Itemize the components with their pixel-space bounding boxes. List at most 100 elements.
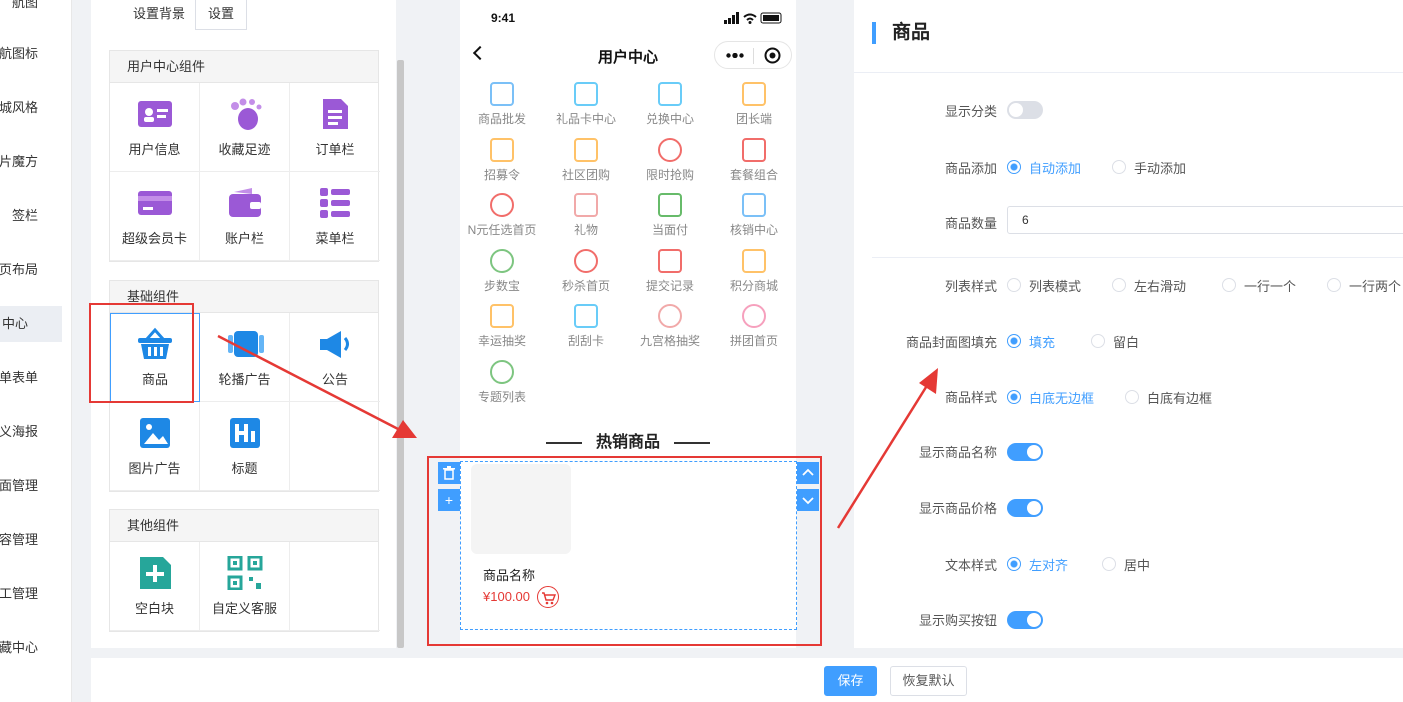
heading-icon [226,416,264,450]
radio-two-per-row[interactable]: 一行两个 [1327,276,1401,295]
radio-auto-add[interactable]: 自动添加 [1007,158,1081,177]
show-name-toggle[interactable] [1007,443,1043,461]
quantity-label: 商品数量 [944,216,997,231]
nav-item[interactable]: 单表单 [0,360,71,396]
radio-one-per-row[interactable]: 一行一个 [1222,276,1296,295]
n-yuan-icon [490,193,514,217]
divider [854,72,1403,73]
menu-item[interactable]: 兑换中心 [628,82,712,127]
menu-item[interactable]: 幸运抽奖 [460,304,544,349]
close-target-icon[interactable] [764,47,781,64]
component-account-bar[interactable]: 账户栏 [200,172,290,261]
component-order-bar[interactable]: 订单栏 [290,83,380,172]
nav-item[interactable]: 藏中心 [0,630,71,666]
group-title: 用户中心组件 [110,51,378,83]
more-dots-icon[interactable] [726,53,744,58]
menu-item[interactable]: 九宫格抽奖 [628,304,712,349]
show-price-label: 显示商品价格 [918,501,997,516]
component-blank-block[interactable]: 空白块 [110,542,200,631]
menu-item[interactable]: 提交记录 [628,249,712,294]
nav-item[interactable]: 定义海报 [0,414,71,450]
component-notice[interactable]: 公告 [290,313,380,402]
tab-settings[interactable]: 设置 [195,0,248,30]
component-vip-card[interactable]: 超级会员卡 [110,172,200,261]
radio-fill[interactable]: 填充 [1007,332,1055,351]
nav-item[interactable]: 航图标 [0,36,71,72]
highlight-product-component [89,303,194,403]
radio-manual-add[interactable]: 手动添加 [1112,158,1186,177]
menu-item[interactable]: 积分商城 [712,249,796,294]
divider [872,257,1403,258]
radio-no-border[interactable]: 白底无边框 [1007,388,1094,407]
nav-item-active[interactable]: 户中心 [0,306,62,342]
scratch-card-icon [574,304,598,328]
radio-align-left[interactable]: 左对齐 [1007,555,1068,574]
menu-item[interactable]: 限时抢购 [628,138,712,183]
scan-pay-icon [658,193,682,217]
component-carousel-ad[interactable]: 轮播广告 [200,313,290,402]
menu-item[interactable]: 礼物 [544,193,628,238]
menu-item[interactable]: 秒杀首页 [544,249,628,294]
menu-item[interactable]: 招募令 [460,138,544,183]
nav-item[interactable]: 签栏 [0,198,71,234]
show-category-label: 显示分类 [944,104,997,119]
menu-item[interactable]: 步数宝 [460,249,544,294]
nav-item[interactable]: 城风格 [0,90,71,126]
nav-item[interactable]: 航图 [0,0,71,21]
menu-item[interactable]: 社区团购 [544,138,628,183]
menu-item[interactable]: 团长端 [712,82,796,127]
image-icon [136,416,174,450]
gift-card-icon [574,82,598,106]
alarm-icon [574,249,598,273]
mini-program-capsule[interactable] [714,41,792,69]
palette-scrollbar[interactable] [397,60,404,648]
show-buy-toggle[interactable] [1007,611,1043,629]
wallet-icon [226,186,264,220]
points-mall-icon [742,249,766,273]
component-user-info[interactable]: 用户信息 [110,83,200,172]
nav-item[interactable]: 工管理 [0,576,71,612]
show-category-toggle[interactable] [1007,101,1043,119]
component-menu-bar[interactable]: 菜单栏 [290,172,380,261]
tab-background[interactable]: 设置背景 [121,0,198,30]
menu-item[interactable]: 拼团首页 [712,304,796,349]
radio-list-mode[interactable]: 列表模式 [1007,276,1081,295]
nav-item[interactable]: 片魔方 [0,144,71,180]
menu-item[interactable]: 专题列表 [460,360,544,405]
hot-products-title: 热销商品 [460,428,796,452]
community-bag-icon [574,138,598,162]
steps-icon [490,249,514,273]
product-style-label: 商品样式 [944,390,997,405]
component-footprint[interactable]: 收藏足迹 [200,83,290,172]
component-custom-service[interactable]: 自定义客服 [200,542,290,631]
grid-lottery-icon [658,304,682,328]
megaphone-icon [316,327,354,361]
group-other: 其他组件 空白块 自定义客服 [109,509,380,632]
radio-slide[interactable]: 左右滑动 [1112,276,1186,295]
radio-align-center[interactable]: 居中 [1102,555,1150,574]
group-title: 其他组件 [110,510,378,542]
menu-item[interactable]: 刮刮卡 [544,304,628,349]
nav-item[interactable]: 页布局 [0,252,71,288]
menu-item[interactable]: 核销中心 [712,193,796,238]
component-image-ad[interactable]: 图片广告 [110,402,200,491]
blank-file-icon [136,556,174,590]
menu-item[interactable]: 商品批发 [460,82,544,127]
component-heading[interactable]: 标题 [200,402,290,491]
empty-cell [290,542,380,631]
quantity-input[interactable]: 6 [1007,206,1403,234]
save-button[interactable]: 保存 [824,666,877,696]
menu-item[interactable]: N元任选首页 [460,193,544,238]
nav-item[interactable]: 容管理 [0,522,71,558]
timer-icon [658,138,682,162]
show-price-toggle[interactable] [1007,499,1043,517]
radio-blank[interactable]: 留白 [1091,332,1139,351]
radio-with-border[interactable]: 白底有边框 [1125,388,1212,407]
reset-default-button[interactable]: 恢复默认 [890,666,967,696]
menu-item[interactable]: 礼品卡中心 [544,82,628,127]
nav-item[interactable]: 面管理 [0,468,71,504]
record-icon [658,249,682,273]
qr-code-icon [226,555,264,590]
menu-item[interactable]: 当面付 [628,193,712,238]
menu-item[interactable]: 套餐组合 [712,138,796,183]
